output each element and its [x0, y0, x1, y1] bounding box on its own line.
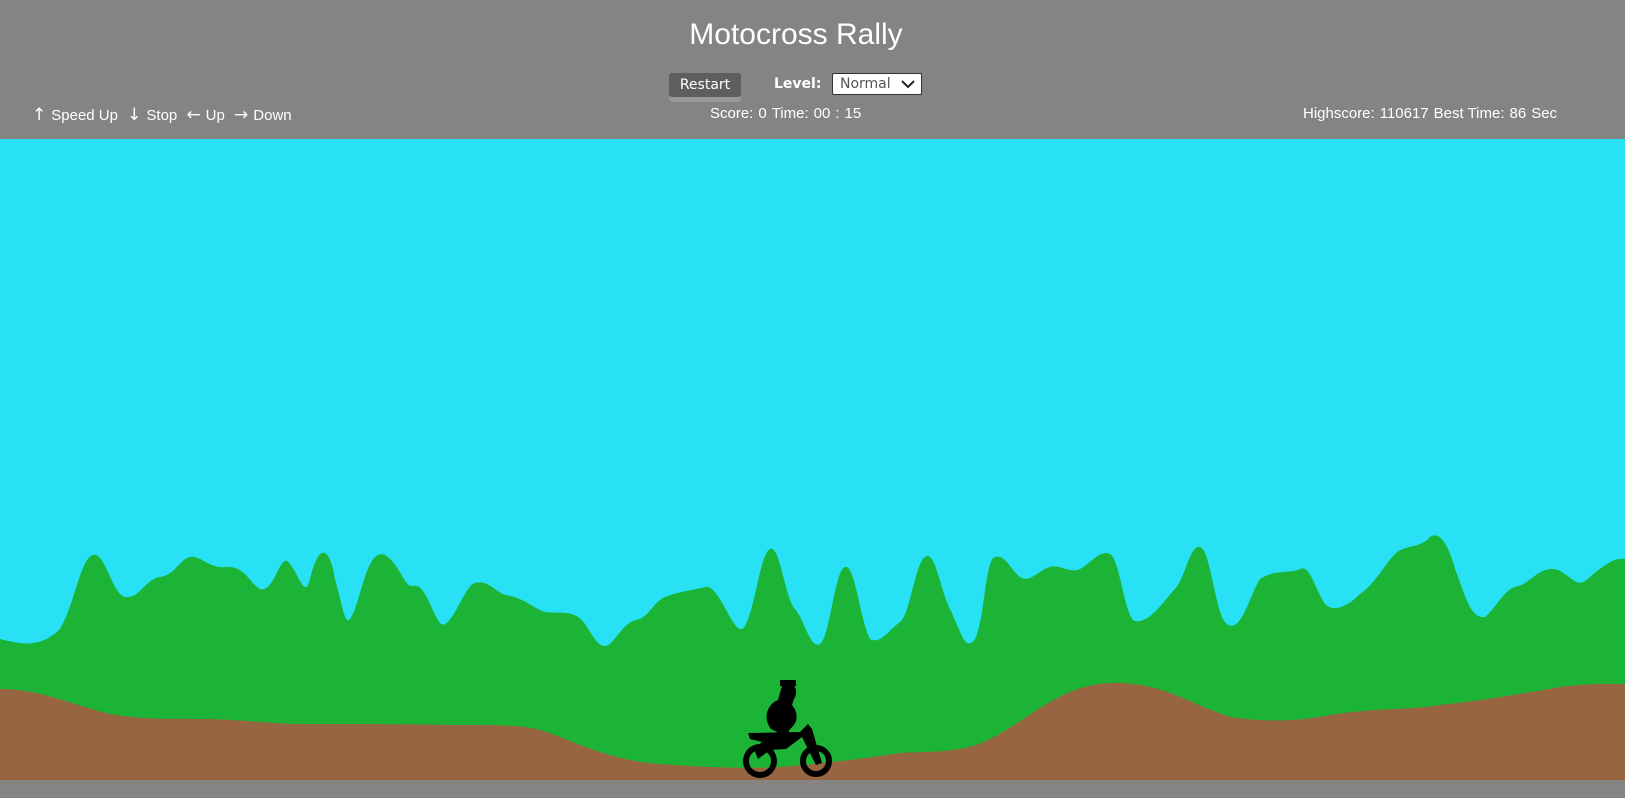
arrow-left-icon: ←	[186, 105, 201, 125]
level-selected-value: Normal	[840, 76, 891, 92]
controls-legend: ↑ Speed Up ↓ Stop ← Up → Down	[32, 105, 297, 125]
level-label: Level:	[774, 76, 822, 92]
game-canvas[interactable]	[0, 139, 1625, 780]
score-bar: Score: 0 Time: 00:15	[710, 105, 866, 122]
record-bar: Highscore: 110617 Best Time: 86 Sec	[1303, 105, 1562, 122]
rider-helmet-visor	[780, 680, 796, 686]
restart-button[interactable]: Restart	[669, 73, 741, 97]
time-label: Time:	[771, 105, 809, 122]
time-seconds: 15	[844, 105, 862, 122]
highscore-value: 110617	[1379, 105, 1429, 122]
speed-up-label: Speed Up	[51, 107, 118, 124]
arrow-right-icon: →	[234, 105, 249, 125]
arrow-down-icon: ↓	[127, 105, 142, 125]
up-label: Up	[205, 107, 225, 124]
game-title: Motocross Rally	[689, 18, 903, 51]
time-minutes: 00	[813, 105, 831, 122]
down-label: Down	[253, 107, 292, 124]
chevron-down-icon	[901, 80, 915, 89]
best-time-unit: Sec	[1531, 105, 1558, 122]
arrow-up-icon: ↑	[32, 105, 47, 125]
score-value: 0	[758, 105, 767, 122]
stop-label: Stop	[146, 107, 178, 124]
time-separator: :	[835, 105, 840, 122]
footer-strip	[0, 780, 1625, 798]
score-label: Score:	[710, 105, 754, 122]
level-select[interactable]: Normal	[832, 73, 922, 95]
best-time-value: 86	[1509, 105, 1527, 122]
game-header: Motocross Rally Restart Level: Normal ↑ S…	[0, 0, 1625, 139]
best-time-label: Best Time:	[1433, 105, 1505, 122]
highscore-label: Highscore:	[1303, 105, 1375, 122]
